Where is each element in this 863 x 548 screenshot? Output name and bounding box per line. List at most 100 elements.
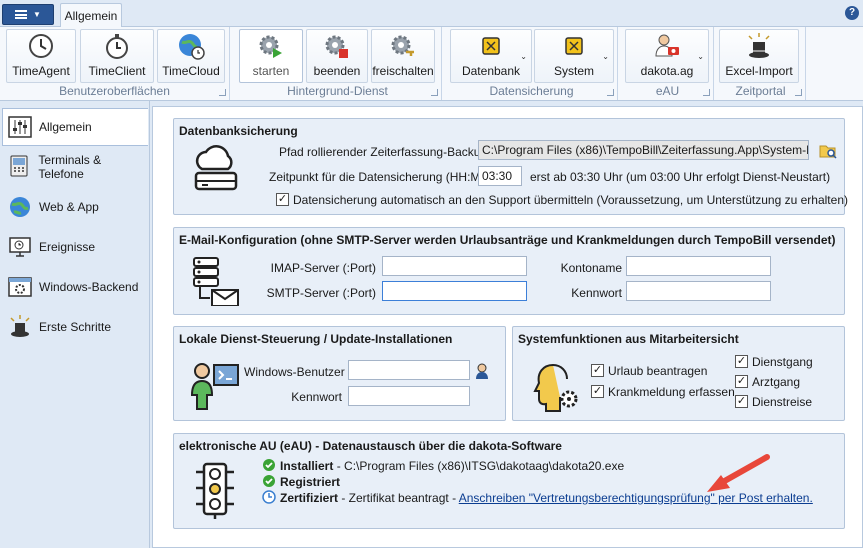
clock-icon bbox=[29, 34, 53, 58]
email-kennwort-field[interactable] bbox=[626, 281, 771, 301]
help-icon[interactable]: ? bbox=[845, 6, 859, 20]
dienstgang-checkbox[interactable]: ✓ bbox=[735, 355, 748, 368]
sidebar-item-label: Allgemein bbox=[39, 120, 92, 134]
ribbon-group-eau: dakota.ag ⌄ eAU bbox=[622, 27, 714, 100]
urlaub-label: Urlaub beantragen bbox=[608, 364, 708, 378]
globe-icon bbox=[7, 194, 33, 220]
email-panel: E-Mail-Konfiguration (ohne SMTP-Server w… bbox=[173, 227, 845, 315]
content-area: Datenbanksicherung Pfad rollierender Zei… bbox=[152, 106, 863, 548]
email-title: E-Mail-Konfiguration (ohne SMTP-Server w… bbox=[179, 233, 836, 247]
chevron-down-icon: ⌄ bbox=[520, 52, 527, 61]
eau-installed: Installiert - C:\Program Files (x86)\ITS… bbox=[280, 459, 624, 473]
annotation-arrow-icon bbox=[707, 454, 770, 492]
beenden-label: beenden bbox=[313, 64, 361, 78]
excel-import-button[interactable]: Excel-Import bbox=[719, 29, 799, 83]
service-title: Lokale Dienst-Steuerung / Update-Install… bbox=[179, 332, 453, 346]
sidebar-item-label: Ereignisse bbox=[39, 240, 96, 254]
starten-label: starten bbox=[252, 64, 290, 78]
group-launcher-icon[interactable] bbox=[795, 89, 802, 96]
imap-field[interactable] bbox=[382, 256, 527, 276]
group-launcher-icon[interactable] bbox=[607, 89, 614, 96]
group-launcher-icon[interactable] bbox=[703, 89, 710, 96]
freischalten-button[interactable]: freischalten bbox=[371, 29, 435, 83]
system-button[interactable]: System ⌄ bbox=[534, 29, 614, 83]
group-label-sicherung: Datensicherung bbox=[489, 84, 574, 98]
sidebar-item-ereignisse[interactable]: Ereignisse bbox=[2, 228, 148, 266]
magic-hat-icon bbox=[7, 314, 33, 340]
tab-allgemein[interactable]: Allgemein bbox=[60, 3, 122, 28]
sidebar-item-erste-schritte[interactable]: Erste Schritte bbox=[2, 308, 148, 346]
timecloud-button[interactable]: TimeCloud bbox=[157, 29, 225, 83]
traffic-light-icon bbox=[196, 462, 234, 519]
krankmeldung-label: Krankmeldung erfassen bbox=[608, 385, 735, 399]
sidebar-item-windows-backend[interactable]: Windows-Backend bbox=[2, 268, 148, 306]
eau-certified-status: Zertifiziert bbox=[280, 491, 339, 505]
timeagent-label: TimeAgent bbox=[12, 64, 70, 78]
service-pass-label: Kennwort bbox=[291, 390, 342, 404]
excel-import-label: Excel-Import bbox=[725, 64, 793, 78]
magic-hat-icon bbox=[748, 33, 770, 58]
eau-installed-status: Installiert bbox=[280, 459, 334, 473]
user-pick-icon[interactable] bbox=[475, 363, 489, 379]
windows-user-label: Windows-Benutzer bbox=[244, 365, 345, 379]
backup-title: Datenbanksicherung bbox=[179, 124, 298, 138]
urlaub-checkbox[interactable]: ✓ bbox=[591, 364, 604, 377]
database-icon bbox=[482, 37, 500, 55]
backup-time-label: Zeitpunkt für die Datensicherung (HH:MM) bbox=[269, 170, 495, 184]
check-green-icon bbox=[263, 475, 275, 487]
server-mail-icon bbox=[193, 257, 239, 306]
folder-search-icon[interactable] bbox=[819, 143, 837, 159]
ribbon-group-benutzer: TimeAgent TimeClient TimeCloud Benutzero… bbox=[0, 27, 230, 100]
ribbon-tab-strip: ▼ Allgemein ? bbox=[0, 0, 863, 28]
backup-auto-label: Datensicherung automatisch an den Suppor… bbox=[293, 193, 848, 207]
datenbank-button[interactable]: Datenbank ⌄ bbox=[450, 29, 532, 83]
sysfunc-title: Systemfunktionen aus Mitarbeitersicht bbox=[518, 332, 739, 346]
sidebar-item-label: Windows-Backend bbox=[39, 280, 139, 294]
group-launcher-icon[interactable] bbox=[219, 89, 226, 96]
sidebar-item-allgemein[interactable]: Allgemein bbox=[2, 108, 148, 146]
group-launcher-icon[interactable] bbox=[431, 89, 438, 96]
timeclient-button[interactable]: TimeClient bbox=[80, 29, 154, 83]
backup-path-field[interactable]: C:\Program Files (x86)\TempoBill\Zeiterf… bbox=[478, 140, 809, 160]
menu-icon bbox=[15, 10, 28, 19]
ribbon-group-portal: Excel-Import Zeitportal bbox=[716, 27, 806, 100]
arztgang-checkbox[interactable]: ✓ bbox=[735, 375, 748, 388]
dakota-button[interactable]: dakota.ag ⌄ bbox=[625, 29, 709, 83]
windows-user-field[interactable] bbox=[348, 360, 470, 380]
ribbon-group-dienst: starten beenden freischalten Hintergrund… bbox=[234, 27, 442, 100]
sidebar-item-web-app[interactable]: Web & App bbox=[2, 188, 148, 226]
dienstreise-label: Dienstreise bbox=[752, 395, 813, 409]
freischalten-label: freischalten bbox=[372, 64, 434, 78]
clock-blue-icon bbox=[262, 490, 276, 504]
eau-registered: Registriert bbox=[280, 475, 340, 489]
backup-panel: Datenbanksicherung Pfad rollierender Zei… bbox=[173, 118, 848, 215]
datenbank-label: Datenbank bbox=[461, 64, 521, 78]
smtp-field[interactable] bbox=[382, 281, 527, 301]
timeclient-label: TimeClient bbox=[88, 64, 146, 78]
krankmeldung-checkbox[interactable]: ✓ bbox=[591, 385, 604, 398]
service-panel: Lokale Dienst-Steuerung / Update-Install… bbox=[173, 326, 506, 421]
backup-time-field[interactable]: 03:30 bbox=[478, 166, 522, 186]
system-label: System bbox=[553, 64, 594, 78]
group-label-portal: Zeitportal bbox=[735, 84, 786, 98]
konto-label: Kontoname bbox=[560, 261, 622, 275]
starten-button[interactable]: starten bbox=[239, 29, 303, 83]
gear-stop-icon bbox=[325, 35, 348, 58]
beenden-button[interactable]: beenden bbox=[306, 29, 368, 83]
service-pass-field[interactable] bbox=[348, 386, 470, 406]
chevron-down-icon: ▼ bbox=[33, 10, 41, 19]
sysfunc-panel: Systemfunktionen aus Mitarbeitersicht ✓ … bbox=[512, 326, 845, 421]
system-backup-icon bbox=[565, 37, 583, 55]
app-menu-button[interactable]: ▼ bbox=[2, 4, 54, 25]
sidebar-item-terminals[interactable]: Terminals & Telefone bbox=[2, 148, 148, 186]
konto-field[interactable] bbox=[626, 256, 771, 276]
group-label-dienst: Hintergrund-Dienst bbox=[287, 84, 388, 98]
backup-auto-checkbox[interactable]: ✓ bbox=[276, 193, 289, 206]
email-kennwort-label: Kennwort bbox=[571, 286, 622, 300]
sidebar: Allgemein Terminals & Telefone Web & App… bbox=[0, 101, 150, 548]
arztgang-label: Arztgang bbox=[752, 375, 801, 389]
ribbon: TimeAgent TimeClient TimeCloud Benutzero… bbox=[0, 27, 863, 101]
dienstreise-checkbox[interactable]: ✓ bbox=[735, 395, 748, 408]
cloud-server-icon bbox=[194, 145, 238, 191]
timeagent-button[interactable]: TimeAgent bbox=[6, 29, 76, 83]
